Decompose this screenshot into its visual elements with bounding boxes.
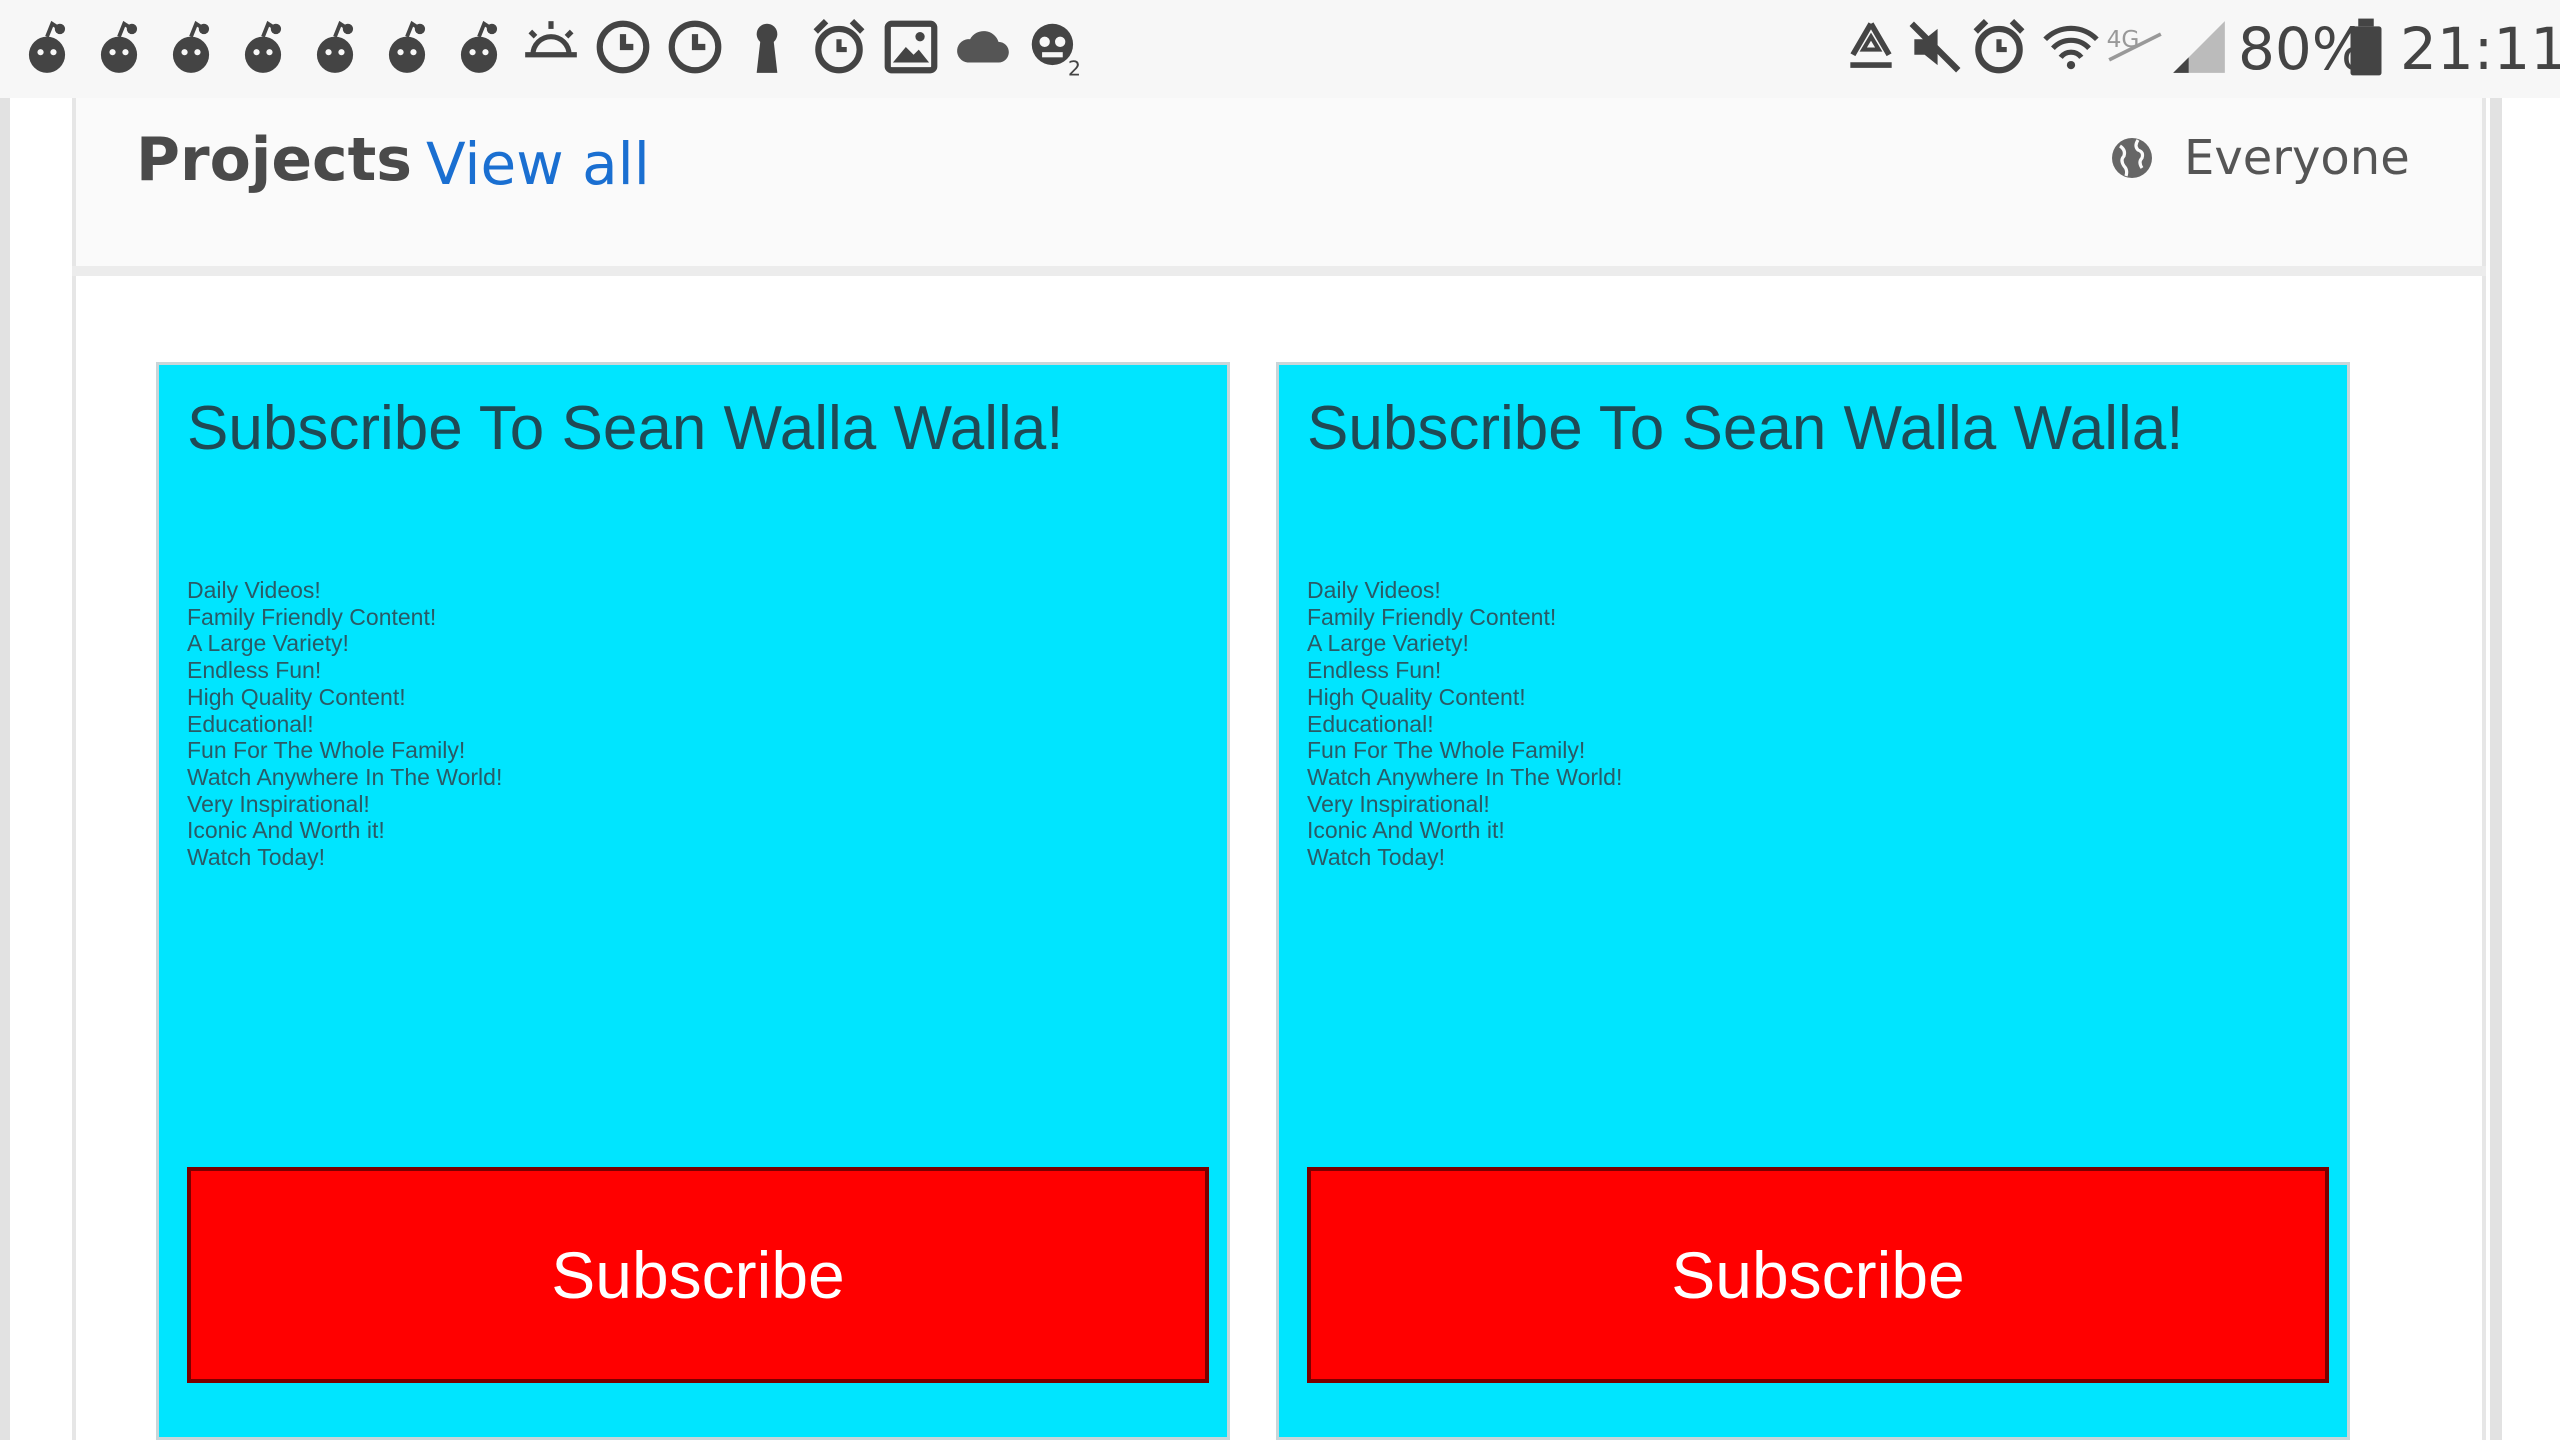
- feature-item: Iconic And Worth it!: [187, 817, 385, 844]
- feature-item: Endless Fun!: [1307, 657, 1442, 684]
- feature-item: Very Inspirational!: [1307, 790, 1490, 817]
- feature-item: Endless Fun!: [187, 657, 322, 684]
- project-title: Subscribe To Sean Walla Walla!: [187, 394, 1064, 463]
- image-icon: [880, 16, 942, 78]
- network-4g-icon: 4G: [2104, 16, 2166, 78]
- clock-icon: [592, 16, 654, 78]
- feature-item: Very Inspirational!: [187, 790, 370, 817]
- reddit-icon: [160, 16, 222, 78]
- reddit-icon: [304, 16, 366, 78]
- feature-item: Watch Anywhere In The World!: [1307, 763, 1623, 790]
- mute-icon: [1904, 16, 1966, 78]
- clock-time: 21:11: [2400, 15, 2560, 83]
- feature-item: Daily Videos!: [187, 577, 321, 603]
- cloud-icon: [952, 16, 1014, 78]
- feature-item: Family Friendly Content!: [187, 603, 437, 630]
- feature-item: Watch Anywhere In The World!: [187, 763, 503, 790]
- subscribe-button[interactable]: Subscribe: [1307, 1167, 2329, 1383]
- feature-list: Daily Videos! Family Friendly Content! A…: [1307, 577, 1622, 871]
- feature-item: Watch Today!: [187, 844, 326, 871]
- alarm-icon: [808, 16, 870, 78]
- reddit-icon: [16, 16, 78, 78]
- view-all-link[interactable]: View all: [426, 128, 650, 200]
- feature-item: Educational!: [1307, 710, 1434, 737]
- feature-item: Family Friendly Content!: [1307, 603, 1557, 630]
- sunrise-icon: [520, 16, 582, 78]
- status-bar: 2 4G 80% 21:11: [0, 0, 2560, 98]
- project-title: Subscribe To Sean Walla Walla!: [1307, 394, 2184, 463]
- feature-item: High Quality Content!: [187, 683, 406, 710]
- game-icon: 2: [1024, 16, 1086, 78]
- feature-item: Daily Videos!: [1307, 577, 1441, 603]
- project-card[interactable]: Subscribe To Sean Walla Walla! Daily Vid…: [156, 362, 1230, 1440]
- reddit-icon: [232, 16, 294, 78]
- feature-item: Fun For The Whole Family!: [187, 737, 466, 764]
- reddit-icon: [376, 16, 438, 78]
- feature-item: Fun For The Whole Family!: [1307, 737, 1586, 764]
- reddit-icon: [448, 16, 510, 78]
- feature-item: Watch Today!: [1307, 844, 1446, 871]
- wifi-icon: [2040, 16, 2102, 78]
- keyhole-icon: [736, 16, 798, 78]
- feature-item: Iconic And Worth it!: [1307, 817, 1505, 844]
- feature-item: Educational!: [187, 710, 314, 737]
- visibility-selector[interactable]: Everyone: [2108, 122, 2410, 194]
- globe-icon: [2108, 134, 2156, 182]
- visibility-label: Everyone: [2184, 130, 2410, 186]
- page-edge-right: [2490, 98, 2502, 1440]
- page-edge-left: [0, 98, 10, 1440]
- feature-item: High Quality Content!: [1307, 683, 1526, 710]
- project-card[interactable]: Subscribe To Sean Walla Walla! Daily Vid…: [1276, 362, 2350, 1440]
- feature-item: A Large Variety!: [1307, 630, 1469, 657]
- feature-item: A Large Variety!: [187, 630, 349, 657]
- svg-text:2: 2: [1068, 56, 1081, 78]
- clock-icon: [664, 16, 726, 78]
- alarm-icon: [1968, 16, 2030, 78]
- feature-list: Daily Videos! Family Friendly Content! A…: [187, 577, 502, 871]
- signal-icon: [2168, 16, 2230, 78]
- subscribe-button[interactable]: Subscribe: [187, 1167, 1209, 1383]
- reddit-icon: [88, 16, 150, 78]
- page-title: Projects: [136, 125, 413, 195]
- recycle-icon: [1840, 16, 1902, 78]
- header-divider: [72, 266, 2486, 276]
- battery-icon: [2346, 16, 2386, 78]
